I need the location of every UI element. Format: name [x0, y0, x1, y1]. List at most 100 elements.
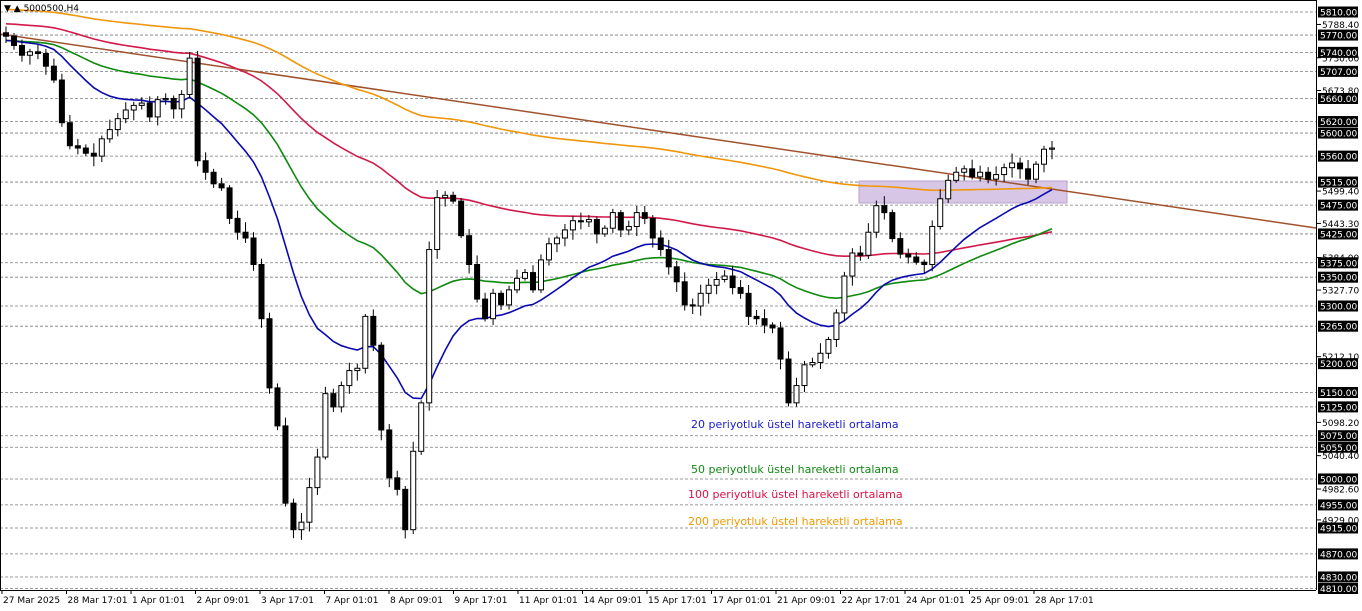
candle-body [753, 315, 760, 320]
y-tick-label: 5443.30 [1322, 220, 1359, 230]
candle-body [378, 344, 385, 431]
candle-body [801, 364, 808, 387]
x-tick-label: 15 Apr 17:01 [648, 596, 707, 606]
candle-body [761, 318, 768, 326]
candle-body [402, 488, 409, 531]
candle-body [593, 219, 600, 235]
y-tick-label: 5327.70 [1322, 287, 1359, 297]
candle [282, 417, 289, 507]
candle-body [881, 205, 888, 214]
candle-body [122, 109, 129, 120]
x-tick-label: 3 Apr 17:01 [261, 596, 314, 606]
candle-body [609, 212, 616, 229]
candle-body [793, 385, 800, 404]
candle-body [82, 147, 89, 154]
y-tick-label: 5040.40 [1322, 452, 1359, 462]
candle-body [154, 99, 161, 118]
candle-body [577, 220, 584, 223]
candle-body [106, 129, 113, 140]
candle [458, 198, 465, 239]
candle-body [977, 171, 984, 178]
y-tick-label: 4870.00 [1320, 550, 1357, 560]
annotation-ema50: 50 periyotluk üstel hareketli ortalama [691, 463, 899, 476]
y-label-box: 5810.00 [1318, 6, 1358, 19]
candle-body [737, 287, 744, 294]
candle-body [34, 51, 41, 55]
candle-body [681, 281, 688, 306]
candle-body [841, 275, 848, 314]
y-tick-label: 5000.00 [1320, 475, 1357, 485]
candle-body [274, 387, 281, 427]
candle-body [873, 205, 880, 233]
candle [537, 254, 544, 294]
candle-body [258, 264, 265, 320]
x-tick-label: 7 Apr 01:01 [326, 596, 379, 606]
candle-body [394, 477, 401, 490]
candle [362, 314, 369, 374]
y-tick-label: 5425.00 [1320, 230, 1357, 240]
y-label-box: 5375.00 [1318, 257, 1358, 269]
price-chart[interactable]: 20 periyotluk üstel hareketli ortalama 5… [0, 0, 1362, 611]
candle-body [242, 231, 249, 239]
candle-body [617, 212, 624, 231]
candle-body [426, 249, 433, 404]
y-tick-label: 5707.00 [1320, 68, 1357, 78]
candle-body [849, 252, 856, 277]
y-label-box: 5350.00 [1318, 271, 1358, 284]
y-label-box: 4830.00 [1318, 571, 1358, 583]
y-tick-label: 4830.00 [1320, 573, 1357, 583]
candle [274, 383, 281, 431]
candle-body [641, 212, 648, 219]
y-tick-label: 5770.00 [1320, 32, 1357, 42]
y-tick-label: 5730.60 [1322, 54, 1359, 64]
candle [58, 73, 65, 127]
candle [889, 209, 896, 243]
candle-body [825, 338, 832, 354]
candle-body [585, 219, 592, 223]
y-label-box: 5475.00 [1318, 199, 1358, 212]
candle-body [330, 393, 337, 408]
candle [418, 400, 425, 455]
candle-body [665, 249, 672, 268]
y-tick-label: 4982.60 [1322, 485, 1359, 495]
candle-body [466, 235, 473, 266]
y-label-box: 5075.00 [1318, 430, 1358, 442]
candle [194, 50, 201, 167]
x-tick-label: 2 Apr 09:01 [197, 596, 250, 606]
candle-body [985, 171, 992, 180]
x-tick-label: 25 Apr 09:01 [971, 596, 1030, 606]
candle-body [26, 51, 33, 56]
candle-body [298, 521, 305, 531]
candle-body [434, 197, 441, 251]
candle [258, 258, 265, 328]
candle-body [921, 261, 928, 266]
candle [873, 200, 880, 238]
candle-body [450, 194, 457, 202]
candle-body [322, 393, 329, 458]
candle-body [266, 318, 273, 389]
y-label-box: 4810.00 [1318, 583, 1358, 595]
candle-body [969, 168, 976, 178]
candle-body [697, 292, 704, 307]
candle-body [857, 252, 864, 256]
y-tick-label: 5620.00 [1320, 118, 1357, 128]
y-tick-label: 5810.00 [1320, 9, 1357, 19]
candle-body [561, 229, 568, 239]
y-tick-label: 5475.00 [1320, 202, 1357, 212]
candle-body [482, 298, 489, 320]
candle-body [745, 292, 752, 317]
candle-body [146, 102, 153, 118]
y-tick-label: 5150.00 [1320, 389, 1357, 399]
candle-body [953, 171, 960, 181]
candle-body [905, 253, 912, 258]
candle-body [1001, 167, 1008, 176]
candle [434, 189, 441, 259]
y-tick-label: 5075.00 [1320, 432, 1357, 442]
candle-body [633, 212, 640, 227]
y-label-box: 5707.00 [1318, 65, 1358, 78]
candle [386, 423, 393, 488]
candle-body [721, 275, 728, 280]
y-tick-label: 5300.00 [1320, 303, 1357, 313]
candle-body [138, 102, 145, 106]
x-tick-label: 28 Apr 17:01 [1035, 596, 1094, 606]
